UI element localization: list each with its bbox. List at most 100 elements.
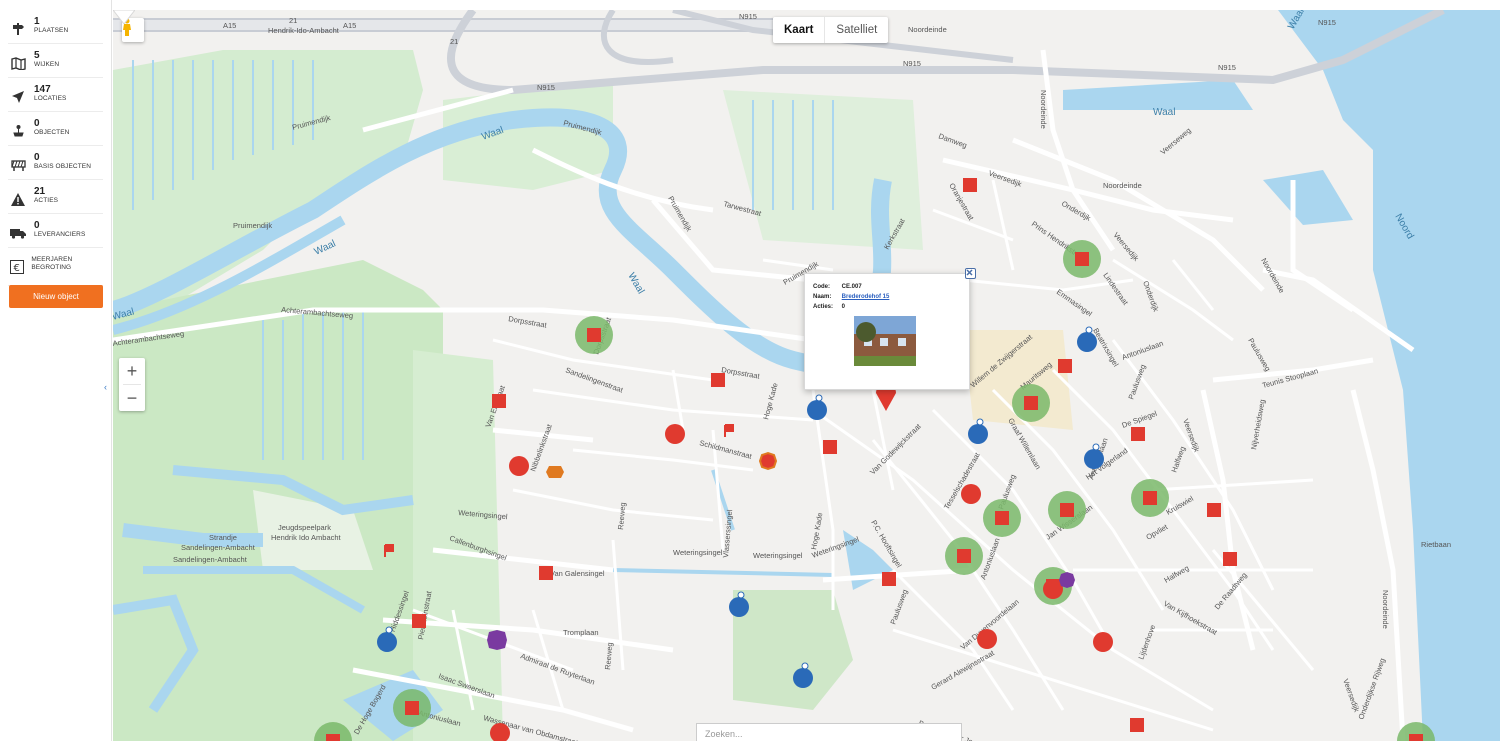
marker-badge[interactable] (1092, 443, 1100, 451)
location-marker-circle[interactable] (793, 668, 813, 688)
location-photo[interactable] (854, 316, 916, 366)
location-marker-polygon[interactable] (1059, 572, 1075, 588)
stat-count: 147 (34, 84, 51, 95)
location-marker-star[interactable] (546, 466, 564, 478)
location-marker-circle[interactable] (968, 424, 988, 444)
stat-meerjaren-begroting[interactable]: € MEERJAREN BEGROTING (8, 248, 103, 286)
location-marker-square[interactable] (995, 511, 1009, 525)
flag-icon[interactable] (384, 544, 394, 557)
location-marker-square[interactable] (711, 373, 725, 387)
zoom-out-button[interactable]: − (119, 385, 145, 411)
location-marker-square[interactable] (587, 328, 601, 342)
zoom-in-button[interactable]: + (119, 358, 145, 384)
popup-name-link[interactable]: Brederodehof 15 (842, 294, 890, 300)
playground-object-icon (8, 120, 28, 142)
location-marker-circle[interactable] (977, 629, 997, 649)
location-marker-circle[interactable] (665, 424, 685, 444)
flag-icon[interactable] (724, 424, 734, 437)
location-marker-square[interactable] (1130, 718, 1144, 732)
location-marker-polygon[interactable] (487, 630, 507, 650)
stat-wijken[interactable]: 5 WIJKEN (8, 44, 103, 78)
map-type-toggle: Kaart Satelliet (773, 17, 889, 43)
location-marker-square[interactable] (539, 566, 553, 580)
location-marker-star[interactable] (758, 451, 778, 471)
location-marker-circle[interactable] (1093, 632, 1113, 652)
truck-icon (8, 222, 28, 244)
stat-count: 0 (34, 118, 40, 129)
location-marker-square[interactable] (1058, 359, 1072, 373)
location-marker-circle[interactable] (961, 484, 981, 504)
stat-count: 1 (34, 16, 40, 27)
stat-label: PLAATSEN (34, 27, 69, 34)
map-type-satelliet-button[interactable]: Satelliet (824, 17, 888, 43)
zoom-control: + − (119, 358, 145, 411)
map-icon (8, 52, 28, 74)
location-marker-square[interactable] (1223, 552, 1237, 566)
stat-plaatsen[interactable]: 1 PLAATSEN (8, 10, 103, 44)
location-info-popup: Code: CE.007 Naam: Brederodehof 15 Actie… (804, 273, 970, 390)
map-canvas[interactable]: A15 A15 Hendrik-Ido-Ambacht 21 21 N915 N… (113, 10, 1500, 741)
map-type-kaart-button[interactable]: Kaart (773, 17, 824, 43)
location-marker-circle[interactable] (377, 632, 397, 652)
location-marker-square[interactable] (1131, 427, 1145, 441)
location-marker-square[interactable] (1143, 491, 1157, 505)
popup-code-row: Code: CE.007 (813, 284, 862, 290)
location-marker-square[interactable] (1409, 734, 1423, 741)
navigation-arrow-icon (8, 86, 28, 108)
location-marker-square[interactable] (1024, 396, 1038, 410)
popup-actions-row: Acties: 0 (813, 304, 845, 310)
location-marker-square[interactable] (412, 614, 426, 628)
marker-badge[interactable] (815, 394, 823, 402)
location-marker-circle[interactable] (1077, 332, 1097, 352)
marker-badge[interactable] (385, 626, 393, 634)
new-object-button[interactable]: Nieuw object (9, 285, 103, 308)
location-marker-circle[interactable] (509, 456, 529, 476)
popup-actions-key: Acties: (813, 304, 834, 310)
popup-pointer (113, 10, 135, 24)
sidebar: 1 PLAATSEN 5 WIJKEN 147 LOCATIES 0 OBJEC… (0, 0, 112, 741)
stat-acties[interactable]: 21 ACTIES (8, 180, 103, 214)
location-marker-square[interactable] (882, 572, 896, 586)
marker-badge[interactable] (976, 418, 984, 426)
location-marker-circle[interactable] (1084, 449, 1104, 469)
stat-label: LEVERANCIERS (34, 231, 86, 238)
close-popup-icon[interactable] (965, 268, 976, 279)
stat-count: 21 (34, 186, 46, 197)
popup-name-row: Naam: Brederodehof 15 (813, 294, 889, 300)
location-marker-square[interactable] (823, 440, 837, 454)
stat-basis-objecten[interactable]: 0 BASIS OBJECTEN (8, 146, 103, 180)
stat-locaties[interactable]: 147 LOCATIES (8, 78, 103, 112)
location-marker-square[interactable] (492, 394, 506, 408)
stat-label: LOCATIES (34, 95, 67, 102)
location-marker-square[interactable] (405, 701, 419, 715)
search-input[interactable] (696, 723, 962, 741)
location-marker-square[interactable] (963, 178, 977, 192)
stat-count: 0 (34, 220, 40, 231)
popup-code-value: CE.007 (841, 284, 862, 290)
euro-icon: € (8, 256, 25, 278)
stat-label: MEERJAREN BEGROTING (31, 256, 73, 271)
stat-label: WIJKEN (34, 61, 60, 68)
stat-count: 0 (34, 152, 40, 163)
collapse-sidebar-icon[interactable]: ‹ (104, 382, 107, 392)
marker-badge[interactable] (1085, 326, 1093, 334)
stat-objecten[interactable]: 0 OBJECTEN (8, 112, 103, 146)
popup-code-key: Code: (813, 284, 830, 290)
marker-badge[interactable] (737, 591, 745, 599)
location-marker-circle[interactable] (807, 400, 827, 420)
stat-label: OBJECTEN (34, 129, 70, 136)
location-marker-square[interactable] (1060, 503, 1074, 517)
svg-text:€: € (13, 263, 19, 274)
location-marker-square[interactable] (957, 549, 971, 563)
barrier-icon (8, 154, 28, 176)
location-marker-square[interactable] (1207, 503, 1221, 517)
popup-name-key: Naam: (813, 294, 832, 300)
marker-badge[interactable] (801, 662, 809, 670)
location-marker-circle[interactable] (729, 597, 749, 617)
location-marker-square[interactable] (326, 734, 340, 741)
warning-icon (8, 188, 28, 210)
location-marker-circle[interactable] (490, 723, 510, 741)
popup-actions-value: 0 (841, 304, 846, 310)
location-marker-square[interactable] (1075, 252, 1089, 266)
stat-leveranciers[interactable]: 0 LEVERANCIERS (8, 214, 103, 248)
